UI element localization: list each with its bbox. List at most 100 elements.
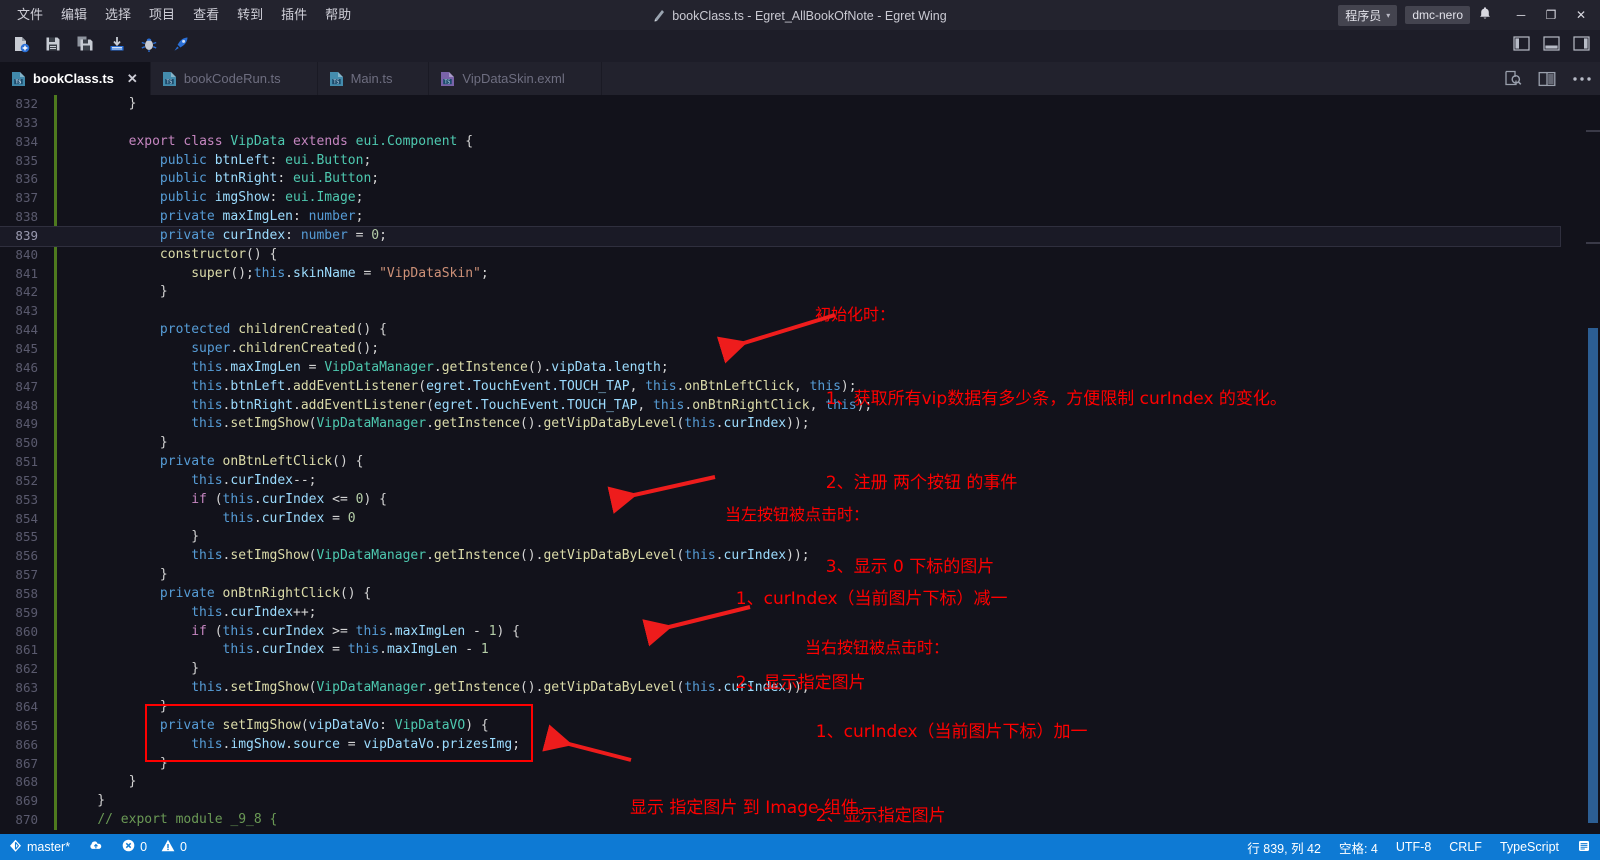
code-token: .	[386, 623, 395, 639]
code-line[interactable]: 838 private maxImgLen: number;	[0, 208, 1560, 227]
menu-file[interactable]: 文件	[8, 3, 52, 27]
run-button[interactable]	[166, 32, 196, 60]
preview-icon[interactable]	[1504, 70, 1522, 87]
code-token: this	[222, 623, 254, 639]
menu-plugins[interactable]: 插件	[272, 3, 316, 27]
code-line[interactable]: 865 private setImgShow(vipDataVo: VipDat…	[0, 717, 1560, 736]
code-line[interactable]: 857 }	[0, 566, 1560, 585]
code-line[interactable]: 858 private onBtnRightClick() {	[0, 585, 1560, 604]
code-line[interactable]: 841 super();this.skinName = "VipDataSkin…	[0, 265, 1560, 284]
code-line[interactable]: 860 if (this.curIndex >= this.maxImgLen …	[0, 623, 1560, 642]
code-line[interactable]: 842 }	[0, 283, 1560, 302]
code-line[interactable]: 835 public btnLeft: eui.Button;	[0, 152, 1560, 171]
code-token: private	[159, 227, 215, 243]
code-line[interactable]: 832 }	[0, 95, 1560, 114]
code-line[interactable]: 851 private onBtnLeftClick() {	[0, 453, 1560, 472]
save-button[interactable]	[38, 32, 68, 60]
menu-help[interactable]: 帮助	[316, 3, 360, 27]
code-line[interactable]: 847 this.btnLeft.addEventListener(egret.…	[0, 378, 1560, 397]
code-line[interactable]: 867 }	[0, 755, 1560, 774]
editor-tab-3[interactable]: TS VipDataSkin.exml✕	[429, 62, 602, 95]
code-line[interactable]: 856 this.setImgShow(VipDataManager.getIn…	[0, 547, 1560, 566]
status-cursor-position[interactable]: 行 839, 列 42	[1238, 834, 1330, 860]
bell-icon[interactable]	[1478, 6, 1492, 24]
code-line[interactable]: 836 public btnRight: eui.Button;	[0, 170, 1560, 189]
code-line[interactable]: 833	[0, 114, 1560, 133]
minimize-button[interactable]: ─	[1506, 0, 1536, 30]
new-file-button[interactable]	[6, 32, 36, 60]
code-token: >=	[324, 623, 356, 639]
code-line[interactable]: 849 this.setImgShow(VipDataManager.getIn…	[0, 415, 1560, 434]
user-badge[interactable]: dmc-nero	[1405, 6, 1470, 24]
code-line[interactable]: 855 }	[0, 528, 1560, 547]
split-editor-icon[interactable]	[1538, 71, 1556, 87]
code-line[interactable]: 854 this.curIndex = 0	[0, 510, 1560, 529]
code-line[interactable]: 859 this.curIndex++;	[0, 604, 1560, 623]
code-line[interactable]: 852 this.curIndex--;	[0, 472, 1560, 491]
maximize-button[interactable]: ❐	[1536, 0, 1566, 30]
status-sync[interactable]	[79, 834, 113, 860]
status-indentation[interactable]: 空格: 4	[1330, 834, 1387, 860]
code-line[interactable]: 864 }	[0, 698, 1560, 717]
publish-button[interactable]	[102, 32, 132, 60]
code-token: prizesImg	[441, 736, 513, 752]
status-problems[interactable]: 0 0	[113, 834, 196, 860]
code-line-text: private curIndex: number = 0;	[52, 227, 387, 246]
code-line[interactable]: 834 export class VipData extends eui.Com…	[0, 133, 1560, 152]
code-line[interactable]: 844 protected childrenCreated() {	[0, 321, 1560, 340]
debug-button[interactable]	[134, 32, 164, 60]
close-button[interactable]: ✕	[1566, 0, 1596, 30]
status-notification[interactable]	[1568, 834, 1600, 860]
status-eol[interactable]: CRLF	[1440, 834, 1491, 860]
toggle-panel-button[interactable]	[1538, 33, 1564, 59]
menu-selection[interactable]: 选择	[96, 3, 140, 27]
toggle-sidebar-button[interactable]	[1508, 33, 1534, 59]
code-line[interactable]: 868 }	[0, 773, 1560, 792]
editor-tab-0[interactable]: TS bookClass.ts ✕	[0, 62, 151, 95]
code-token: this	[191, 397, 223, 413]
code-token: onBtnRightClick	[222, 585, 340, 601]
code-token: ();	[230, 265, 254, 281]
code-line[interactable]: 848 this.btnRight.addEventListener(egret…	[0, 397, 1560, 416]
code-line[interactable]: 845 super.childrenCreated();	[0, 340, 1560, 359]
code-line[interactable]: 862 }	[0, 660, 1560, 679]
line-number: 866	[15, 736, 38, 752]
code-line[interactable]: 870 // export module _9_8 {	[0, 811, 1560, 830]
menu-edit[interactable]: 编辑	[52, 3, 96, 27]
code-line[interactable]: 850 }	[0, 434, 1560, 453]
status-encoding[interactable]: UTF-8	[1387, 834, 1440, 860]
menu-goto[interactable]: 转到	[228, 3, 272, 27]
toggle-right-sidebar-button[interactable]	[1568, 33, 1594, 59]
code-line[interactable]: 853 if (this.curIndex <= 0) {	[0, 491, 1560, 510]
menu-view[interactable]: 查看	[184, 3, 228, 27]
status-bar-right: 行 839, 列 42 空格: 4 UTF-8 CRLF TypeScript	[1238, 834, 1600, 860]
more-actions-icon[interactable]	[1572, 76, 1592, 82]
code-line[interactable]: 846 this.maxImgLen = VipDataManager.getI…	[0, 359, 1560, 378]
editor-vertical-scrollbar[interactable]	[1586, 95, 1600, 830]
code-line[interactable]: 839 private curIndex: number = 0;	[0, 225, 1561, 247]
code-line[interactable]: 840 constructor() {	[0, 246, 1560, 265]
status-branch[interactable]: master*	[0, 834, 79, 860]
code-line[interactable]: 866 this.imgShow.source = vipDataVo.priz…	[0, 736, 1560, 755]
code-line[interactable]: 837 public imgShow: eui.Image;	[0, 189, 1560, 208]
save-all-button[interactable]	[70, 32, 100, 60]
code-line[interactable]: 869 }	[0, 792, 1560, 811]
code-line[interactable]: 843	[0, 302, 1560, 321]
code-editor[interactable]: 832 } 833 834 export class VipData extends…	[0, 95, 1600, 830]
editor-tab-1[interactable]: TS bookCodeRun.ts✕	[151, 62, 318, 95]
code-line[interactable]: 861 this.curIndex = this.maxImgLen - 1	[0, 641, 1560, 660]
scrollbar-thumb[interactable]	[1588, 328, 1598, 823]
role-badge[interactable]: 程序员 ▾	[1338, 4, 1398, 26]
tab-close-icon[interactable]: ✕	[127, 71, 138, 87]
code-line[interactable]: 863 this.setImgShow(VipDataManager.getIn…	[0, 679, 1560, 698]
code-content[interactable]: 832 } 833 834 export class VipData extends…	[0, 95, 1561, 830]
code-line-text: this.btnRight.addEventListener(egret.Tou…	[52, 397, 872, 416]
editor-tab-2[interactable]: TS Main.ts✕	[318, 62, 430, 95]
status-language-mode[interactable]: TypeScript	[1491, 834, 1568, 860]
menu-project[interactable]: 项目	[140, 3, 184, 27]
